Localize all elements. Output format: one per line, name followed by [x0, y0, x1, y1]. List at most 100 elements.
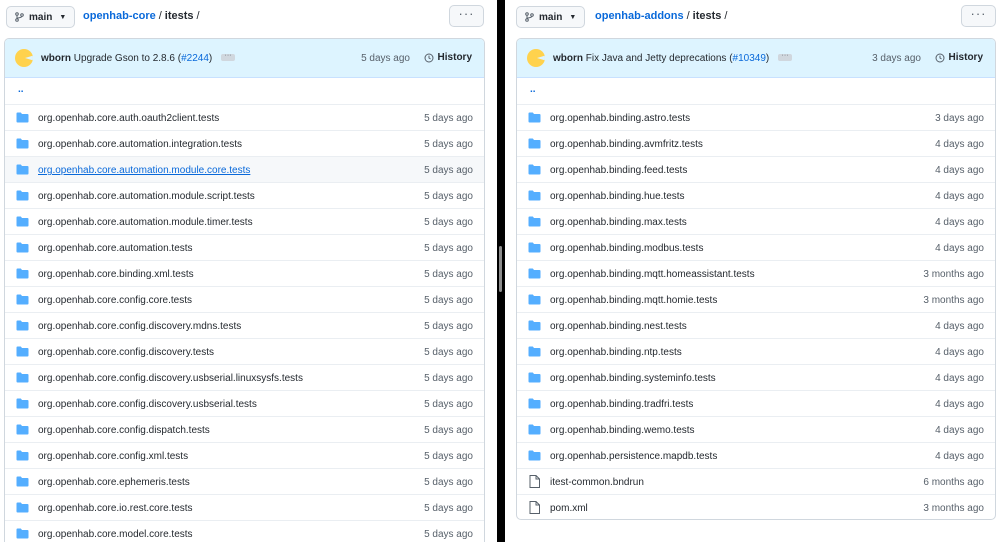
divider-handle[interactable]	[499, 246, 502, 292]
avatar[interactable]	[15, 49, 33, 67]
file-row[interactable]: pom.xml 3 months ago	[517, 494, 995, 519]
expand-commit-button[interactable]: ···	[778, 52, 793, 62]
folder-name-link[interactable]: org.openhab.core.automation.module.timer…	[38, 217, 253, 228]
folder-row[interactable]: org.openhab.binding.ntp.tests 4 days ago	[517, 338, 995, 364]
folder-row[interactable]: org.openhab.binding.nest.tests 4 days ago	[517, 312, 995, 338]
folder-row[interactable]: org.openhab.core.automation.module.core.…	[5, 156, 484, 182]
folder-name-link[interactable]: org.openhab.core.binding.xml.tests	[38, 269, 194, 280]
folder-row[interactable]: org.openhab.core.auth.oauth2client.tests…	[5, 104, 484, 130]
folder-name-link[interactable]: org.openhab.binding.nest.tests	[550, 321, 687, 332]
parent-directory-link[interactable]: ..	[530, 84, 536, 95]
last-commit-age: 5 days ago	[424, 347, 473, 358]
folder-row[interactable]: org.openhab.binding.systeminfo.tests 4 da…	[517, 364, 995, 390]
expand-commit-button[interactable]: ···	[221, 52, 236, 62]
folder-name-link[interactable]: org.openhab.core.model.core.tests	[38, 529, 193, 540]
avatar[interactable]	[527, 49, 545, 67]
folder-name-link[interactable]: org.openhab.persistence.mapdb.tests	[550, 451, 717, 462]
folder-name-link[interactable]: org.openhab.core.io.rest.core.tests	[38, 503, 193, 514]
folder-row[interactable]: org.openhab.core.ephemeris.tests 5 days a…	[5, 468, 484, 494]
folder-row[interactable]: org.openhab.core.config.discovery.mdns.t…	[5, 312, 484, 338]
folder-name-link[interactable]: org.openhab.core.config.xml.tests	[38, 451, 188, 462]
folder-row[interactable]: org.openhab.core.io.rest.core.tests 5 day…	[5, 494, 484, 520]
folder-name-link[interactable]: org.openhab.core.ephemeris.tests	[38, 477, 190, 488]
folder-name-link[interactable]: org.openhab.core.auth.oauth2client.tests	[38, 113, 219, 124]
folder-row[interactable]: org.openhab.binding.wemo.tests 4 days ago	[517, 416, 995, 442]
history-button[interactable]: History	[935, 52, 983, 63]
right-repo-link[interactable]: openhab-addons	[595, 10, 684, 22]
parent-directory-row[interactable]: ..	[5, 78, 484, 104]
last-commit-age: 5 days ago	[424, 217, 473, 228]
split-divider[interactable]	[497, 0, 505, 542]
folder-name-link[interactable]: org.openhab.core.automation.module.core.…	[38, 165, 250, 176]
folder-name-link[interactable]: org.openhab.core.config.discovery.tests	[38, 347, 214, 358]
folder-row[interactable]: org.openhab.binding.modbus.tests 4 days a…	[517, 234, 995, 260]
folder-name-link[interactable]: org.openhab.binding.avmfritz.tests	[550, 139, 703, 150]
folder-name-link[interactable]: org.openhab.binding.hue.tests	[550, 191, 685, 202]
folder-name-link[interactable]: org.openhab.core.config.discovery.usbser…	[38, 373, 303, 384]
folder-name-link[interactable]: org.openhab.binding.mqtt.homeassistant.t…	[550, 269, 755, 280]
folder-row[interactable]: org.openhab.binding.mqtt.homie.tests 3 mo…	[517, 286, 995, 312]
folder-row[interactable]: org.openhab.core.config.discovery.usbser…	[5, 364, 484, 390]
folder-name-link[interactable]: org.openhab.binding.feed.tests	[550, 165, 687, 176]
left-more-options-button[interactable]: ···	[449, 5, 484, 27]
folder-row[interactable]: org.openhab.binding.feed.tests 4 days ago	[517, 156, 995, 182]
commit-author[interactable]: wborn	[41, 53, 71, 64]
folder-row[interactable]: org.openhab.binding.astro.tests 3 days ag…	[517, 104, 995, 130]
folder-row[interactable]: org.openhab.binding.tradfri.tests 4 days …	[517, 390, 995, 416]
folder-name-link[interactable]: org.openhab.binding.ntp.tests	[550, 347, 682, 358]
folder-row[interactable]: org.openhab.core.config.discovery.tests 5…	[5, 338, 484, 364]
folder-row[interactable]: org.openhab.core.binding.xml.tests 5 days…	[5, 260, 484, 286]
folder-name-link[interactable]: org.openhab.core.config.discovery.mdns.t…	[38, 321, 241, 332]
parent-directory-link[interactable]: ..	[18, 84, 24, 95]
folder-name-link[interactable]: org.openhab.binding.systeminfo.tests	[550, 373, 716, 384]
right-more-options-button[interactable]: ···	[961, 5, 996, 27]
last-commit-age: 4 days ago	[935, 425, 984, 436]
folder-row[interactable]: org.openhab.binding.max.tests 4 days ago	[517, 208, 995, 234]
folder-name-link[interactable]: org.openhab.core.config.dispatch.tests	[38, 425, 210, 436]
folder-icon	[16, 216, 29, 230]
folder-row[interactable]: org.openhab.core.config.xml.tests 5 days …	[5, 442, 484, 468]
folder-row[interactable]: org.openhab.persistence.mapdb.tests 4 day…	[517, 442, 995, 468]
folder-name-link[interactable]: org.openhab.binding.mqtt.homie.tests	[550, 295, 717, 306]
last-commit-age: 5 days ago	[424, 191, 473, 202]
folder-name-link[interactable]: org.openhab.binding.wemo.tests	[550, 425, 695, 436]
folder-name-link[interactable]: org.openhab.core.automation.tests	[38, 243, 193, 254]
commit-message-close: )	[208, 52, 213, 64]
folder-name-link[interactable]: org.openhab.binding.tradfri.tests	[550, 399, 693, 410]
last-commit-age: 4 days ago	[935, 165, 984, 176]
left-repo-link[interactable]: openhab-core	[83, 10, 156, 22]
folder-row[interactable]: org.openhab.binding.avmfritz.tests 4 days…	[517, 130, 995, 156]
folder-icon	[528, 346, 541, 360]
history-button[interactable]: History	[424, 52, 472, 63]
folder-row[interactable]: org.openhab.core.config.core.tests 5 days…	[5, 286, 484, 312]
folder-row[interactable]: org.openhab.core.automation.module.timer…	[5, 208, 484, 234]
folder-row[interactable]: org.openhab.binding.mqtt.homeassistant.t…	[517, 260, 995, 286]
file-row[interactable]: itest-common.bndrun 6 months ago	[517, 468, 995, 494]
folder-name-link[interactable]: org.openhab.core.config.discovery.usbser…	[38, 399, 257, 410]
folder-row[interactable]: org.openhab.core.config.dispatch.tests 5 …	[5, 416, 484, 442]
folder-name-link[interactable]: org.openhab.binding.modbus.tests	[550, 243, 703, 254]
file-name-link[interactable]: itest-common.bndrun	[550, 477, 644, 488]
commit-pr-link[interactable]: #10349	[733, 53, 766, 64]
history-icon	[935, 53, 945, 62]
folder-row[interactable]: org.openhab.core.automation.module.scrip…	[5, 182, 484, 208]
left-branch-selector[interactable]: main ▼	[6, 6, 76, 28]
right-branch-selector[interactable]: main ▼	[516, 6, 586, 28]
folder-icon	[528, 190, 541, 204]
folder-name-link[interactable]: org.openhab.binding.max.tests	[550, 217, 687, 228]
parent-directory-row[interactable]: ..	[517, 78, 995, 104]
folder-row[interactable]: org.openhab.binding.hue.tests 4 days ago	[517, 182, 995, 208]
folder-row[interactable]: org.openhab.core.automation.tests 5 days …	[5, 234, 484, 260]
folder-name-link[interactable]: org.openhab.core.config.core.tests	[38, 295, 192, 306]
commit-message[interactable]: Fix Java and Jetty deprecations (	[586, 53, 733, 64]
folder-name-link[interactable]: org.openhab.binding.astro.tests	[550, 113, 690, 124]
commit-pr-link[interactable]: #2244	[181, 53, 209, 64]
file-name-link[interactable]: pom.xml	[550, 503, 588, 514]
folder-name-link[interactable]: org.openhab.core.automation.integration.…	[38, 139, 242, 150]
commit-author[interactable]: wborn	[553, 53, 583, 64]
folder-name-link[interactable]: org.openhab.core.automation.module.scrip…	[38, 191, 255, 202]
folder-row[interactable]: org.openhab.core.model.core.tests 5 days …	[5, 520, 484, 542]
folder-row[interactable]: org.openhab.core.automation.integration.…	[5, 130, 484, 156]
commit-message[interactable]: Upgrade Gson to 2.8.6 (	[74, 53, 181, 64]
folder-row[interactable]: org.openhab.core.config.discovery.usbser…	[5, 390, 484, 416]
